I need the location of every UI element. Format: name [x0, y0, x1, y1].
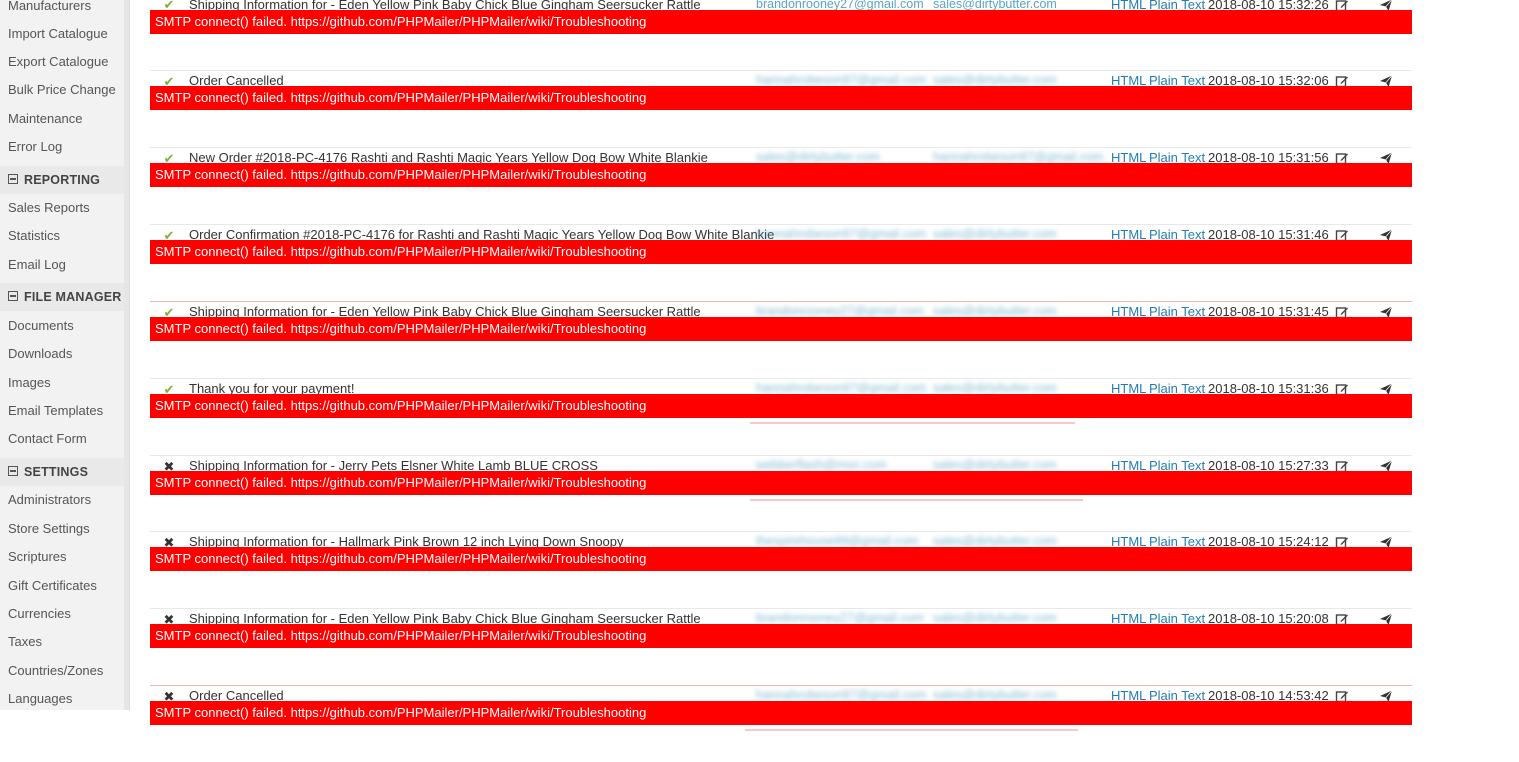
- row-divider: [150, 301, 1412, 302]
- sender-email: sales@dirtybutter.com: [933, 534, 1057, 548]
- row-divider: [150, 224, 1412, 225]
- sidebar-divider: [124, 0, 130, 710]
- error-message: SMTP connect() failed. https://github.co…: [150, 394, 1412, 418]
- row-divider: [150, 70, 1412, 71]
- sidebar-item-languages[interactable]: Languages: [0, 685, 124, 713]
- sidebar-item-statistics[interactable]: Statistics: [0, 222, 124, 250]
- row-divider: [150, 147, 1412, 148]
- sidebar-item-sales-reports[interactable]: Sales Reports: [0, 194, 124, 222]
- error-message: SMTP connect() failed. https://github.co…: [150, 624, 1412, 648]
- row-divider: [150, 378, 1412, 379]
- sidebar-item-downloads[interactable]: Downloads: [0, 340, 124, 368]
- recipient-email: hannahrobeson97@gmail.com: [756, 688, 927, 702]
- recipient-email: brandonrooney27@gmail.com: [756, 304, 924, 318]
- recipient-email: brandonrooney27@gmail.com: [756, 611, 924, 625]
- sender-email: hannahrobeson97@gmail.com: [933, 150, 1104, 164]
- section-heading: SETTINGS: [24, 465, 89, 479]
- sidebar-item-documents[interactable]: Documents: [0, 312, 124, 340]
- row-divider: [150, 608, 1412, 609]
- row-divider: [150, 685, 1412, 686]
- section-heading: REPORTING: [24, 173, 101, 187]
- error-message: SMTP connect() failed. https://github.co…: [150, 10, 1412, 34]
- error-message: SMTP connect() failed. https://github.co…: [150, 240, 1412, 264]
- sender-email: sales@dirtybutter.com: [933, 73, 1057, 87]
- error-message: SMTP connect() failed. https://github.co…: [150, 317, 1412, 341]
- sidebar-section-reporting[interactable]: REPORTING: [0, 166, 124, 194]
- email-log-row: ✖ Shipping Information for - Jerry Pets E…: [150, 455, 1412, 532]
- email-log-row: ✔ Order Cancelled hannahrobeson97@gmail.co…: [150, 70, 1412, 147]
- sidebar-item-administrators[interactable]: Administrators: [0, 486, 124, 514]
- sidebar-item-contact-form[interactable]: Contact Form: [0, 425, 124, 453]
- error-message: SMTP connect() failed. https://github.co…: [150, 86, 1412, 110]
- address-underline: [750, 422, 1075, 424]
- sidebar-item-maintenance[interactable]: Maintenance: [0, 105, 124, 133]
- sidebar-item-taxes[interactable]: Taxes: [0, 628, 124, 656]
- sidebar-item-email-templates[interactable]: Email Templates: [0, 397, 124, 425]
- sidebar-item-store-settings[interactable]: Store Settings: [0, 515, 124, 543]
- recipient-email: hannahrobeson97@gmail.com: [756, 73, 927, 87]
- sender-email: sales@dirtybutter.com: [933, 381, 1057, 395]
- sidebar-item-error-log[interactable]: Error Log: [0, 133, 124, 161]
- email-log-row: ✔ Shipping Information for - Eden Yellow …: [150, 0, 1412, 71]
- error-message: SMTP connect() failed. https://github.co…: [150, 547, 1412, 571]
- email-log-row: ✔ Shipping Information for - Eden Yellow …: [150, 301, 1412, 378]
- sidebar-item-import-catalogue[interactable]: Import Catalogue: [0, 20, 124, 48]
- sidebar-section-settings[interactable]: SETTINGS: [0, 458, 124, 486]
- email-log-row: ✔ Order Confirmation #2018-PC-4176 for Ra…: [150, 224, 1412, 301]
- error-message: SMTP connect() failed. https://github.co…: [150, 701, 1412, 725]
- collapse-icon: [8, 174, 18, 184]
- sender-email: sales@dirtybutter.com: [933, 304, 1057, 318]
- row-divider: [150, 455, 1412, 456]
- sender-email: sales@dirtybutter.com: [933, 611, 1057, 625]
- recipient-email: sales@dirtybutter.com: [756, 150, 880, 164]
- sidebar-item-bulk-price-change[interactable]: Bulk Price Change: [0, 76, 124, 104]
- sidebar-item-export-catalogue[interactable]: Export Catalogue: [0, 48, 124, 76]
- email-log-row: ✖ Order Cancelled hannahrobeson97@gmail.co…: [150, 685, 1412, 762]
- email-log-row: ✔ New Order #2018-PC-4176 Rashti and Rash…: [150, 147, 1412, 224]
- sender-email: sales@dirtybutter.com: [933, 458, 1057, 472]
- sender-email: sales@dirtybutter.com: [933, 688, 1057, 702]
- sender-email: sales@dirtybutter.com: [933, 227, 1057, 241]
- address-underline: [745, 729, 1078, 731]
- address-underline: [750, 499, 1083, 501]
- recipient-email: hannahrobeson97@gmail.com: [756, 227, 927, 241]
- error-message: SMTP connect() failed. https://github.co…: [150, 471, 1412, 495]
- collapse-icon: [8, 466, 18, 476]
- email-log-row: ✔ Thank you for your payment! hannahrobeso…: [150, 378, 1412, 455]
- email-log-row: ✖ Shipping Information for - Hallmark Pin…: [150, 531, 1412, 608]
- sidebar-item-scriptures[interactable]: Scriptures: [0, 543, 124, 571]
- sidebar: Manufacturers Import Catalogue Export Ca…: [0, 0, 124, 710]
- sidebar-item-currencies[interactable]: Currencies: [0, 600, 124, 628]
- sidebar-item-email-log[interactable]: Email Log: [0, 251, 124, 279]
- error-message: SMTP connect() failed. https://github.co…: [150, 163, 1412, 187]
- sidebar-item-countries-zones[interactable]: Countries/Zones: [0, 657, 124, 685]
- sidebar-item-images[interactable]: Images: [0, 369, 124, 397]
- section-heading: FILE MANAGER: [24, 290, 122, 304]
- sidebar-section-file-manager[interactable]: FILE MANAGER: [0, 283, 124, 311]
- sidebar-item-gift-certificates[interactable]: Gift Certificates: [0, 572, 124, 600]
- recipient-email: hannahrobeson97@gmail.com: [756, 381, 927, 395]
- recipient-email: thespirehouse99@gmail.com: [756, 534, 919, 548]
- recipient-email: webberflash@msn.com: [756, 458, 887, 472]
- row-divider: [150, 531, 1412, 532]
- sidebar-item-manufacturers[interactable]: Manufacturers: [0, 0, 124, 20]
- email-log-row: ✖ Shipping Information for - Eden Yellow …: [150, 608, 1412, 685]
- collapse-icon: [8, 291, 18, 301]
